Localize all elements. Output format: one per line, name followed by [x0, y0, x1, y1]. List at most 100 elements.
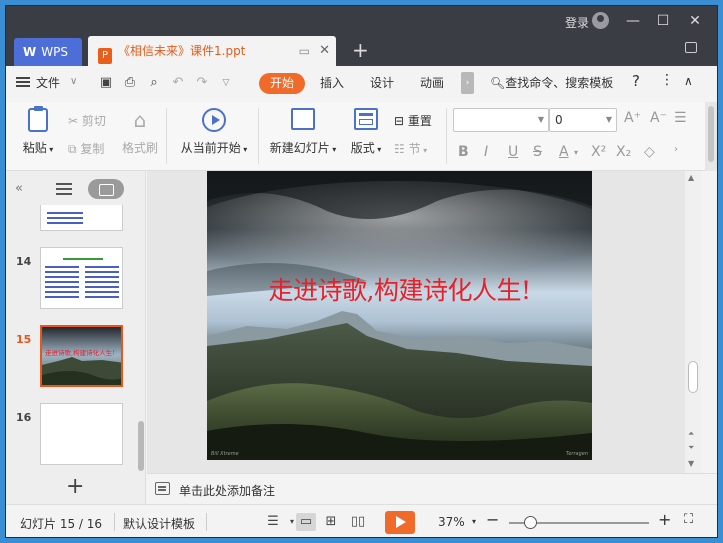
- maximize-icon[interactable]: ☐: [649, 10, 677, 32]
- chevron-down-icon[interactable]: ∨: [70, 76, 77, 87]
- tab-design[interactable]: 设计: [370, 74, 394, 91]
- command-search[interactable]: 🔍︎查找命令、搜索模板: [490, 74, 613, 91]
- scroll-up-icon[interactable]: ▲: [688, 173, 694, 182]
- paint-brush-icon: ⌂: [133, 108, 147, 132]
- thumbnail-view-icon[interactable]: [88, 179, 124, 199]
- underline-icon[interactable]: U: [508, 144, 518, 160]
- notes-placeholder[interactable]: 单击此处添加备注: [179, 482, 275, 499]
- collapse-panel-icon[interactable]: «: [15, 181, 23, 196]
- scroll-down-icon[interactable]: ▼: [688, 459, 694, 468]
- slide-thumbnail[interactable]: [40, 247, 123, 309]
- template-name[interactable]: 默认设计模板: [123, 515, 195, 532]
- layout-button[interactable]: 版式 ▾: [346, 108, 386, 156]
- print-preview-icon[interactable]: ⌕: [146, 75, 162, 91]
- format-painter-button[interactable]: ⌂ 格式刷: [120, 108, 160, 156]
- reset-button[interactable]: ⊟ 重置: [394, 112, 432, 129]
- ribbon-scrollbar[interactable]: [705, 102, 717, 171]
- user-avatar-icon[interactable]: [592, 12, 609, 29]
- scrollbar-thumb[interactable]: [688, 361, 698, 393]
- zoom-slider-knob[interactable]: [524, 516, 537, 529]
- reset-icon: ⊟: [394, 114, 405, 128]
- search-icon: 🔍︎: [490, 76, 506, 90]
- strikethrough-icon[interactable]: S: [533, 144, 542, 160]
- italic-icon[interactable]: I: [484, 144, 488, 160]
- zoom-dropdown-icon[interactable]: ▾: [472, 517, 476, 526]
- notes-toggle-icon[interactable]: ☰: [263, 513, 283, 531]
- decrease-font-icon[interactable]: A⁻: [650, 110, 667, 126]
- font-color-icon[interactable]: A: [559, 144, 569, 160]
- login-link[interactable]: 登录: [565, 14, 589, 31]
- cut-label: 剪切: [81, 114, 106, 128]
- canvas-scrollbar[interactable]: ▲ ⏶ ⏷ ▼: [685, 171, 701, 473]
- wps-home-tab[interactable]: W WPS: [14, 38, 82, 66]
- close-tab-icon[interactable]: ✕: [319, 36, 330, 66]
- status-divider: [206, 513, 207, 531]
- play-from-current-button[interactable]: 从当前开始 ▾: [176, 108, 252, 156]
- tab-animation[interactable]: 动画: [420, 74, 444, 91]
- redo-icon[interactable]: ↷: [194, 75, 210, 91]
- slide-sorter-icon[interactable]: ⊞: [321, 513, 341, 531]
- paste-button[interactable]: 粘贴 ▾: [18, 106, 58, 156]
- new-slide-button[interactable]: 新建幻灯片 ▾: [266, 108, 340, 156]
- subscript-icon[interactable]: X₂: [616, 144, 631, 160]
- slide-thumbnail[interactable]: [40, 205, 123, 231]
- notes-pane[interactable]: 单击此处添加备注: [147, 473, 717, 504]
- chevron-down-icon[interactable]: ▾: [574, 148, 578, 157]
- bullets-icon[interactable]: ☰: [674, 110, 687, 126]
- app-window: 登录 — ☐ ✕ W WPS P 《相信未来》课件1.ppt ▭ ✕ + 文件 ∨ …: [5, 5, 718, 538]
- new-slide-label: 新建幻灯片: [269, 141, 330, 155]
- superscript-icon[interactable]: X²: [591, 144, 606, 160]
- quick-access-dropdown-icon[interactable]: ▽: [218, 75, 234, 91]
- save-icon[interactable]: ▣: [98, 75, 114, 91]
- print-icon[interactable]: ⎙: [122, 75, 138, 91]
- copy-label: 复制: [80, 142, 105, 156]
- panel-toolbar: «: [6, 171, 146, 205]
- ppt-file-icon: P: [98, 48, 112, 64]
- current-slide[interactable]: 走进诗歌,构建诗化人生! Bill Xtreme Terragen: [207, 171, 592, 460]
- undo-icon[interactable]: ↶: [170, 75, 186, 91]
- tab-start[interactable]: 开始: [259, 73, 305, 94]
- slide-title[interactable]: 走进诗歌,构建诗化人生!: [207, 271, 592, 307]
- monitor-icon[interactable]: ▭: [299, 36, 310, 66]
- cut-button[interactable]: ✂ 剪切: [68, 112, 106, 129]
- chevron-right-icon[interactable]: ›: [674, 144, 678, 155]
- hamburger-icon[interactable]: [16, 77, 30, 87]
- layout-icon: [354, 108, 378, 130]
- more-tabs-arrow-icon[interactable]: ›: [461, 72, 474, 94]
- slide-thumbnail-active[interactable]: 走进诗歌,构建诗化人生!: [40, 325, 123, 387]
- minimize-icon[interactable]: —: [619, 10, 647, 32]
- tab-insert[interactable]: 插入: [320, 74, 344, 91]
- panel-scrollbar[interactable]: [138, 211, 144, 476]
- new-tab-icon[interactable]: +: [352, 38, 369, 62]
- outline-view-icon[interactable]: [56, 183, 72, 195]
- fit-window-icon[interactable]: ⛶: [684, 512, 693, 527]
- zoom-out-icon[interactable]: −: [486, 510, 499, 529]
- page-up-icon[interactable]: ⏶: [688, 429, 694, 439]
- collapse-ribbon-icon[interactable]: ∧: [684, 74, 693, 88]
- reset-label: 重置: [407, 114, 432, 128]
- document-tab[interactable]: P 《相信未来》课件1.ppt ▭ ✕: [88, 36, 336, 66]
- window-split-icon[interactable]: [685, 42, 697, 53]
- increase-font-icon[interactable]: A⁺: [624, 110, 641, 126]
- bold-icon[interactable]: B: [458, 144, 469, 160]
- reading-view-icon[interactable]: ▯▯: [348, 513, 368, 531]
- file-menu[interactable]: 文件: [36, 74, 60, 91]
- zoom-value[interactable]: 37%: [438, 515, 465, 529]
- add-slide-icon[interactable]: +: [66, 475, 84, 499]
- font-name-select[interactable]: ▼: [453, 108, 549, 132]
- font-size-select[interactable]: 0 ▼: [549, 108, 617, 132]
- normal-view-icon[interactable]: ▭: [296, 513, 316, 531]
- help-icon[interactable]: ?: [632, 72, 640, 90]
- page-down-icon[interactable]: ⏷: [688, 443, 694, 453]
- copy-button[interactable]: ⧉ 复制: [68, 140, 104, 157]
- slideshow-play-button[interactable]: [385, 511, 415, 534]
- slide-thumbnail-panel: « 14 15 走进诗歌,构建诗化人生! 16 +: [6, 171, 146, 504]
- slide-thumbnail[interactable]: [40, 403, 123, 465]
- ribbon-divider: [446, 108, 447, 164]
- zoom-in-icon[interactable]: +: [658, 510, 671, 529]
- more-options-icon[interactable]: ⋮: [660, 72, 674, 88]
- close-window-icon[interactable]: ✕: [681, 10, 709, 32]
- eraser-icon[interactable]: ◇: [644, 144, 655, 160]
- section-button[interactable]: ☷ 节 ▾: [394, 140, 427, 157]
- layout-label: 版式: [350, 141, 375, 155]
